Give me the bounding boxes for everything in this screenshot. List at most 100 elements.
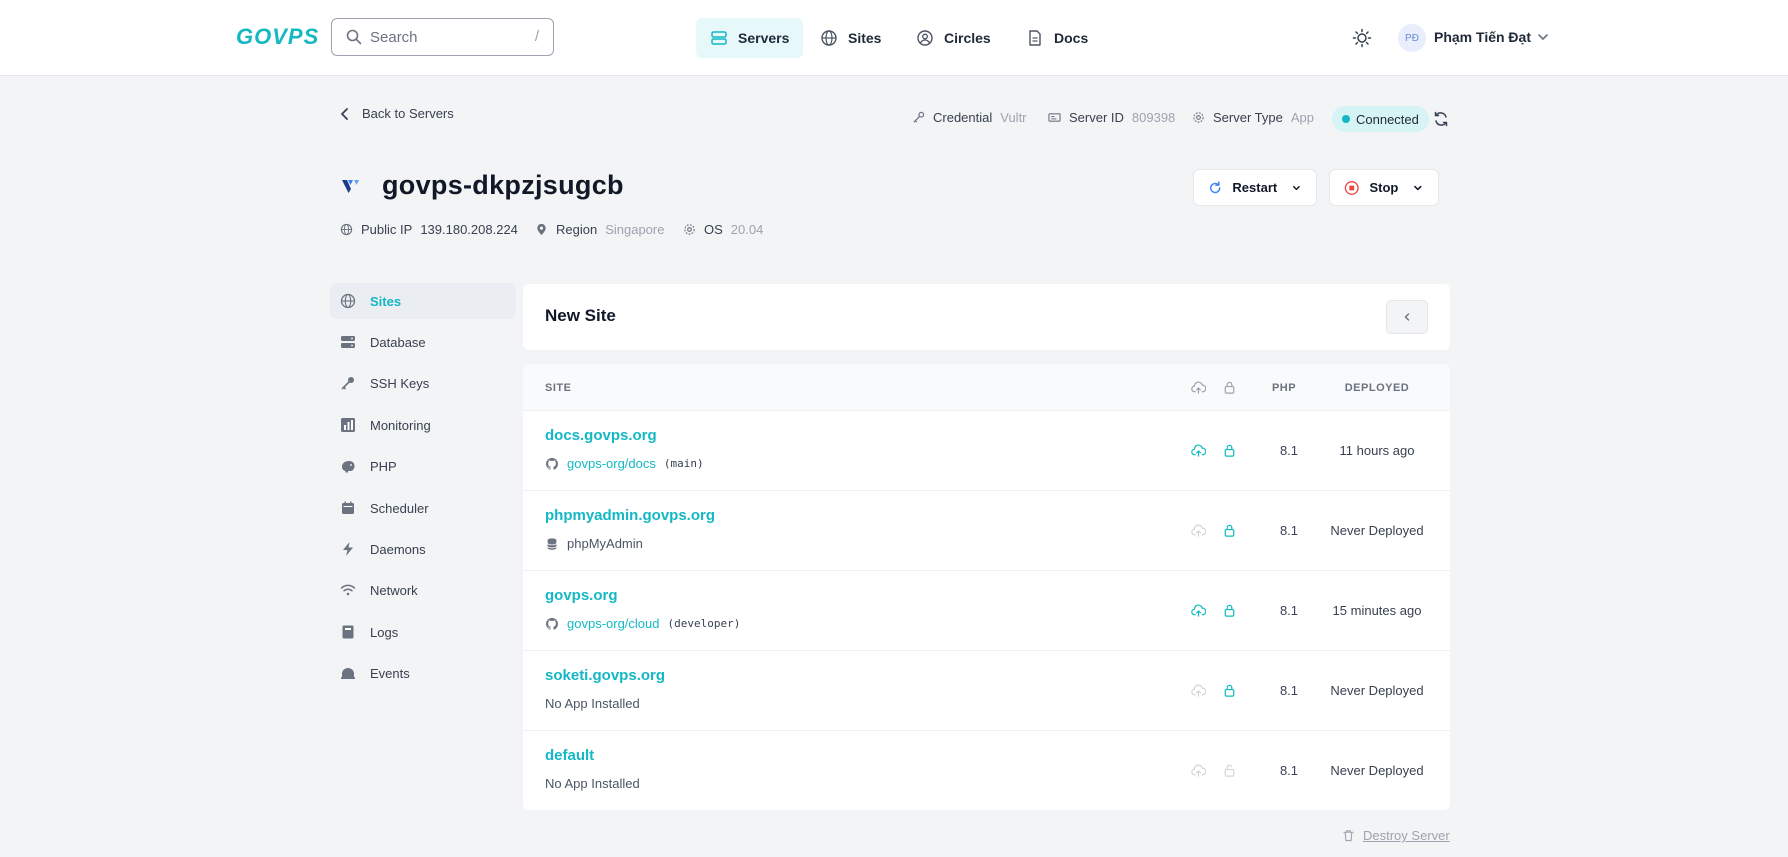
sidebar-item-events[interactable]: Events: [330, 655, 516, 691]
table-row: govps.org govps-org/cloud (developer) 8.…: [523, 570, 1450, 650]
cloud-upload-icon[interactable]: [1191, 763, 1206, 778]
user-name[interactable]: Phạm Tiến Đạt: [1434, 29, 1531, 45]
sidebar-item-logs[interactable]: Logs: [330, 614, 516, 650]
sidebar-item-ssh-keys[interactable]: SSH Keys: [330, 365, 516, 401]
lock-icon[interactable]: [1222, 683, 1237, 698]
database-icon: [547, 537, 557, 550]
calendar-icon: [342, 501, 354, 514]
globe-icon: [340, 223, 353, 236]
sidebar-item-label: Logs: [370, 624, 399, 640]
site-name-link[interactable]: default: [545, 747, 594, 764]
table-row: docs.govps.org govps-org/docs (main) 8.1…: [523, 410, 1450, 490]
sun-icon[interactable]: [1352, 28, 1372, 48]
site-name-link[interactable]: phpmyadmin.govps.org: [545, 507, 715, 524]
server-id-meta: Server ID 809398: [1048, 110, 1175, 125]
chevron-down-icon: [1293, 185, 1301, 190]
site-name-link[interactable]: docs.govps.org: [545, 427, 657, 444]
back-to-servers-link[interactable]: Back to Servers: [340, 106, 454, 121]
nav-sites[interactable]: Sites: [806, 18, 895, 58]
globe-icon: [340, 293, 356, 309]
sidebar-item-label: Network: [370, 582, 418, 598]
cloud-upload-icon[interactable]: [1191, 443, 1206, 458]
key-icon: [913, 111, 925, 123]
site-name-link[interactable]: soketi.govps.org: [545, 667, 665, 684]
sidebar-item-label: SSH Keys: [370, 375, 430, 391]
nav-docs[interactable]: Docs: [1012, 18, 1102, 58]
nav-servers[interactable]: Servers: [696, 18, 804, 58]
cloud-upload-icon[interactable]: [1191, 683, 1206, 698]
stop-button[interactable]: Stop: [1329, 169, 1439, 206]
php-version: 8.1: [1279, 603, 1299, 618]
server-id-label: Server ID: [1069, 110, 1124, 125]
sidebar-item-label: Sites: [370, 293, 402, 309]
chart-icon: [341, 418, 355, 432]
map-pin-icon: [537, 223, 546, 236]
brand-logo[interactable]: GOVPS: [236, 24, 319, 50]
credential-meta: Credential Vultr: [912, 110, 1027, 125]
sidebar-item-php[interactable]: PHP: [330, 448, 516, 484]
database-icon: [341, 336, 355, 348]
sidebar-item-sites[interactable]: Sites: [330, 283, 516, 319]
sidebar-item-database[interactable]: Database: [330, 324, 516, 360]
php-version: 8.1: [1279, 443, 1299, 458]
site-name-link[interactable]: govps.org: [545, 587, 618, 604]
search-shortcut: /: [534, 28, 539, 45]
restart-label: Restart: [1232, 180, 1278, 195]
vultr-logo-icon: [342, 180, 359, 193]
unlock-icon[interactable]: [1222, 763, 1237, 778]
region-meta: Region Singapore: [535, 222, 664, 237]
site-source: No App Installed: [545, 776, 640, 791]
server-icon: [711, 31, 727, 45]
restart-button[interactable]: Restart: [1193, 169, 1317, 206]
public-ip-value: 139.180.208.224: [420, 222, 518, 237]
server-id-value: 809398: [1131, 110, 1176, 125]
status-badge: Connected: [1332, 106, 1429, 132]
destroy-server-link[interactable]: Destroy Server: [1342, 828, 1450, 843]
php-version: 8.1: [1279, 683, 1299, 698]
new-site-title: New Site: [545, 306, 616, 325]
php-icon: [342, 461, 355, 473]
table-row: phpmyadmin.govps.org phpMyAdmin 8.1 Neve…: [523, 490, 1450, 570]
lock-icon[interactable]: [1222, 603, 1237, 618]
cloud-upload-icon[interactable]: [1191, 603, 1206, 618]
chevron-down-icon[interactable]: [1536, 30, 1550, 44]
header-php: PHP: [1271, 382, 1297, 394]
os-meta: OS 20.04: [683, 222, 763, 237]
sidebar-item-monitoring[interactable]: Monitoring: [330, 407, 516, 443]
status-dot: [1342, 115, 1350, 123]
collapse-button[interactable]: [1386, 300, 1428, 334]
search-input[interactable]: Search /: [331, 18, 554, 56]
php-version: 8.1: [1279, 523, 1299, 538]
region-label: Region: [556, 222, 598, 237]
repo-link[interactable]: govps-org/cloud: [567, 616, 660, 631]
lock-icon[interactable]: [1222, 443, 1237, 458]
chevron-left-icon: [341, 107, 348, 120]
public-ip-label: Public IP: [361, 222, 413, 237]
public-ip-meta: Public IP 139.180.208.224: [340, 222, 518, 237]
lock-icon: [1224, 381, 1235, 394]
avatar[interactable]: PĐ: [1398, 24, 1426, 52]
header-site: SITE: [545, 382, 572, 394]
sidebar-item-daemons[interactable]: Daemons: [330, 531, 516, 567]
nav-circles[interactable]: Circles: [902, 18, 1005, 58]
server-type-value: App: [1290, 110, 1314, 125]
deployed-time: Never Deployed: [1330, 763, 1424, 778]
restart-icon: [1209, 180, 1221, 193]
search-icon: [346, 29, 362, 45]
back-label: Back to Servers: [362, 106, 454, 121]
branch-label: (main): [663, 457, 704, 470]
app-name: No App Installed: [545, 776, 640, 791]
refresh-icon[interactable]: [1432, 110, 1450, 128]
lock-icon[interactable]: [1222, 523, 1237, 538]
stop-label: Stop: [1369, 180, 1399, 195]
sidebar-item-network[interactable]: Network: [330, 572, 516, 608]
status-label: Connected: [1356, 111, 1419, 127]
repo-link[interactable]: govps-org/docs: [567, 456, 656, 471]
cloud-upload-icon[interactable]: [1191, 523, 1206, 538]
sites-table: SITE PHP DEPLOYED docs.govps.org govps-o…: [523, 364, 1450, 810]
app-name: No App Installed: [545, 696, 640, 711]
sidebar-item-label: Monitoring: [370, 417, 431, 433]
deployed-time: 15 minutes ago: [1332, 603, 1422, 618]
sidebar-item-scheduler[interactable]: Scheduler: [330, 490, 516, 526]
user-circle-icon: [917, 30, 933, 46]
